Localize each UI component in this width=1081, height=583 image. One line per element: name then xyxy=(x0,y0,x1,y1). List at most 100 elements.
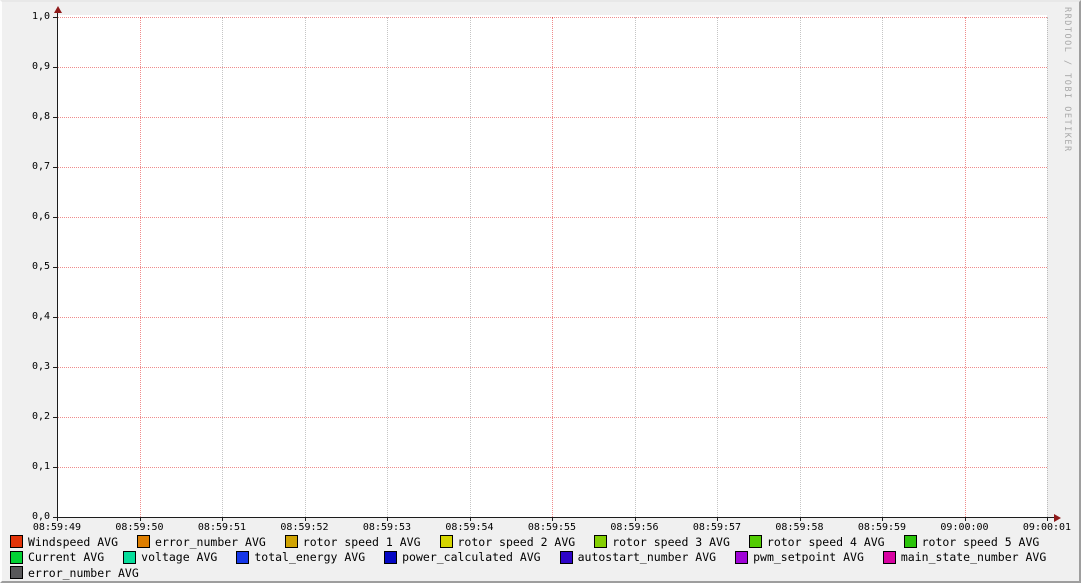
y-tick xyxy=(53,17,57,18)
x-tick xyxy=(800,517,801,521)
x-tick xyxy=(387,517,388,521)
gridline-vertical-minor xyxy=(305,17,306,517)
x-tick xyxy=(1047,517,1048,521)
gridline-vertical-major xyxy=(552,17,553,517)
y-tick-label: 0,6 xyxy=(29,212,50,222)
x-axis-line xyxy=(57,517,1055,518)
legend-color-swatch xyxy=(123,551,136,564)
x-tick xyxy=(635,517,636,521)
y-axis-arrow-icon xyxy=(54,6,62,13)
x-tick xyxy=(717,517,718,521)
legend-item: total_energy AVG xyxy=(236,551,365,564)
legend-label: Current AVG xyxy=(28,551,104,563)
rrdtool-graph: 08:59:4908:59:5008:59:5108:59:5208:59:53… xyxy=(0,0,1081,583)
x-tick xyxy=(882,517,883,521)
y-tick-label: 0,0 xyxy=(29,512,50,522)
x-tick-label: 08:59:58 xyxy=(775,523,823,533)
gridline-vertical-minor xyxy=(717,17,718,517)
x-tick-label: 08:59:53 xyxy=(363,523,411,533)
gridline-vertical-minor xyxy=(882,17,883,517)
y-tick-label: 0,1 xyxy=(29,462,50,472)
x-tick-label: 08:59:56 xyxy=(610,523,658,533)
legend-color-swatch xyxy=(594,535,607,548)
x-tick xyxy=(305,517,306,521)
x-tick xyxy=(965,517,966,521)
legend-item: rotor speed 4 AVG xyxy=(749,535,885,548)
x-tick xyxy=(552,517,553,521)
y-tick-label: 0,8 xyxy=(29,112,50,122)
gridline-vertical-minor xyxy=(387,17,388,517)
x-tick-label: 08:59:57 xyxy=(693,523,741,533)
gridline-vertical-minor xyxy=(1047,17,1048,517)
legend-color-swatch xyxy=(384,551,397,564)
legend-label: rotor speed 5 AVG xyxy=(922,536,1040,548)
legend-label: Windspeed AVG xyxy=(28,536,118,548)
gridline-vertical-minor xyxy=(470,17,471,517)
legend-color-swatch xyxy=(735,551,748,564)
gridline-vertical-major xyxy=(965,17,966,517)
gridline-vertical-minor xyxy=(222,17,223,517)
rrdtool-watermark: RRDTOOL / TOBI OETIKER xyxy=(1062,7,1072,153)
x-tick xyxy=(57,517,58,521)
legend-label: main_state_number AVG xyxy=(901,551,1046,563)
y-tick xyxy=(53,267,57,268)
legend-label: autostart_number AVG xyxy=(578,551,716,563)
y-tick xyxy=(53,217,57,218)
legend-label: rotor speed 2 AVG xyxy=(458,536,576,548)
legend-label: rotor speed 1 AVG xyxy=(303,536,421,548)
legend-item: rotor speed 1 AVG xyxy=(285,535,421,548)
y-tick xyxy=(53,367,57,368)
legend-color-swatch xyxy=(285,535,298,548)
y-tick-label: 0,5 xyxy=(29,262,50,272)
y-axis-line xyxy=(57,12,58,518)
legend-color-swatch xyxy=(137,535,150,548)
y-tick-label: 0,4 xyxy=(29,312,50,322)
x-tick-label: 09:00:00 xyxy=(940,523,988,533)
legend-item: main_state_number AVG xyxy=(883,551,1046,564)
legend-label: total_energy AVG xyxy=(254,551,365,563)
y-tick xyxy=(53,417,57,418)
legend-label: error_number AVG xyxy=(28,567,139,579)
legend-color-swatch xyxy=(440,535,453,548)
x-tick-label: 08:59:51 xyxy=(198,523,246,533)
legend-item: rotor speed 5 AVG xyxy=(904,535,1040,548)
x-tick xyxy=(470,517,471,521)
x-tick-label: 08:59:49 xyxy=(33,523,81,533)
y-tick xyxy=(53,467,57,468)
y-tick-label: 1,0 xyxy=(29,12,50,22)
legend-label: error_number AVG xyxy=(155,536,266,548)
y-tick xyxy=(53,167,57,168)
x-tick-label: 09:00:01 xyxy=(1023,523,1071,533)
legend-color-swatch xyxy=(883,551,896,564)
legend-item: pwm_setpoint AVG xyxy=(735,551,864,564)
legend: Windspeed AVG error_number AVG rotor speed… xyxy=(10,535,1046,579)
legend-color-swatch xyxy=(10,551,23,564)
x-axis-arrow-icon xyxy=(1054,514,1061,522)
legend-label: pwm_setpoint AVG xyxy=(753,551,864,563)
legend-color-swatch xyxy=(236,551,249,564)
gridline-vertical-minor xyxy=(800,17,801,517)
legend-item: error_number AVG xyxy=(137,535,266,548)
x-tick xyxy=(140,517,141,521)
legend-item: Current AVG xyxy=(10,551,104,564)
y-tick xyxy=(53,317,57,318)
legend-color-swatch xyxy=(904,535,917,548)
y-tick xyxy=(53,67,57,68)
x-tick-label: 08:59:54 xyxy=(445,523,493,533)
legend-color-swatch xyxy=(10,535,23,548)
y-tick xyxy=(53,117,57,118)
legend-item: Windspeed AVG xyxy=(10,535,118,548)
legend-row: error_number AVG xyxy=(10,566,1046,579)
legend-color-swatch xyxy=(560,551,573,564)
x-tick xyxy=(222,517,223,521)
y-tick-label: 0,9 xyxy=(29,62,50,72)
legend-item: error_number AVG xyxy=(10,566,139,579)
legend-item: power_calculated AVG xyxy=(384,551,540,564)
legend-item: rotor speed 3 AVG xyxy=(594,535,730,548)
x-tick-label: 08:59:59 xyxy=(858,523,906,533)
legend-label: power_calculated AVG xyxy=(402,551,540,563)
legend-row: Windspeed AVG error_number AVG rotor speed… xyxy=(10,535,1046,548)
y-tick xyxy=(53,517,57,518)
x-tick-label: 08:59:55 xyxy=(528,523,576,533)
legend-item: voltage AVG xyxy=(123,551,217,564)
